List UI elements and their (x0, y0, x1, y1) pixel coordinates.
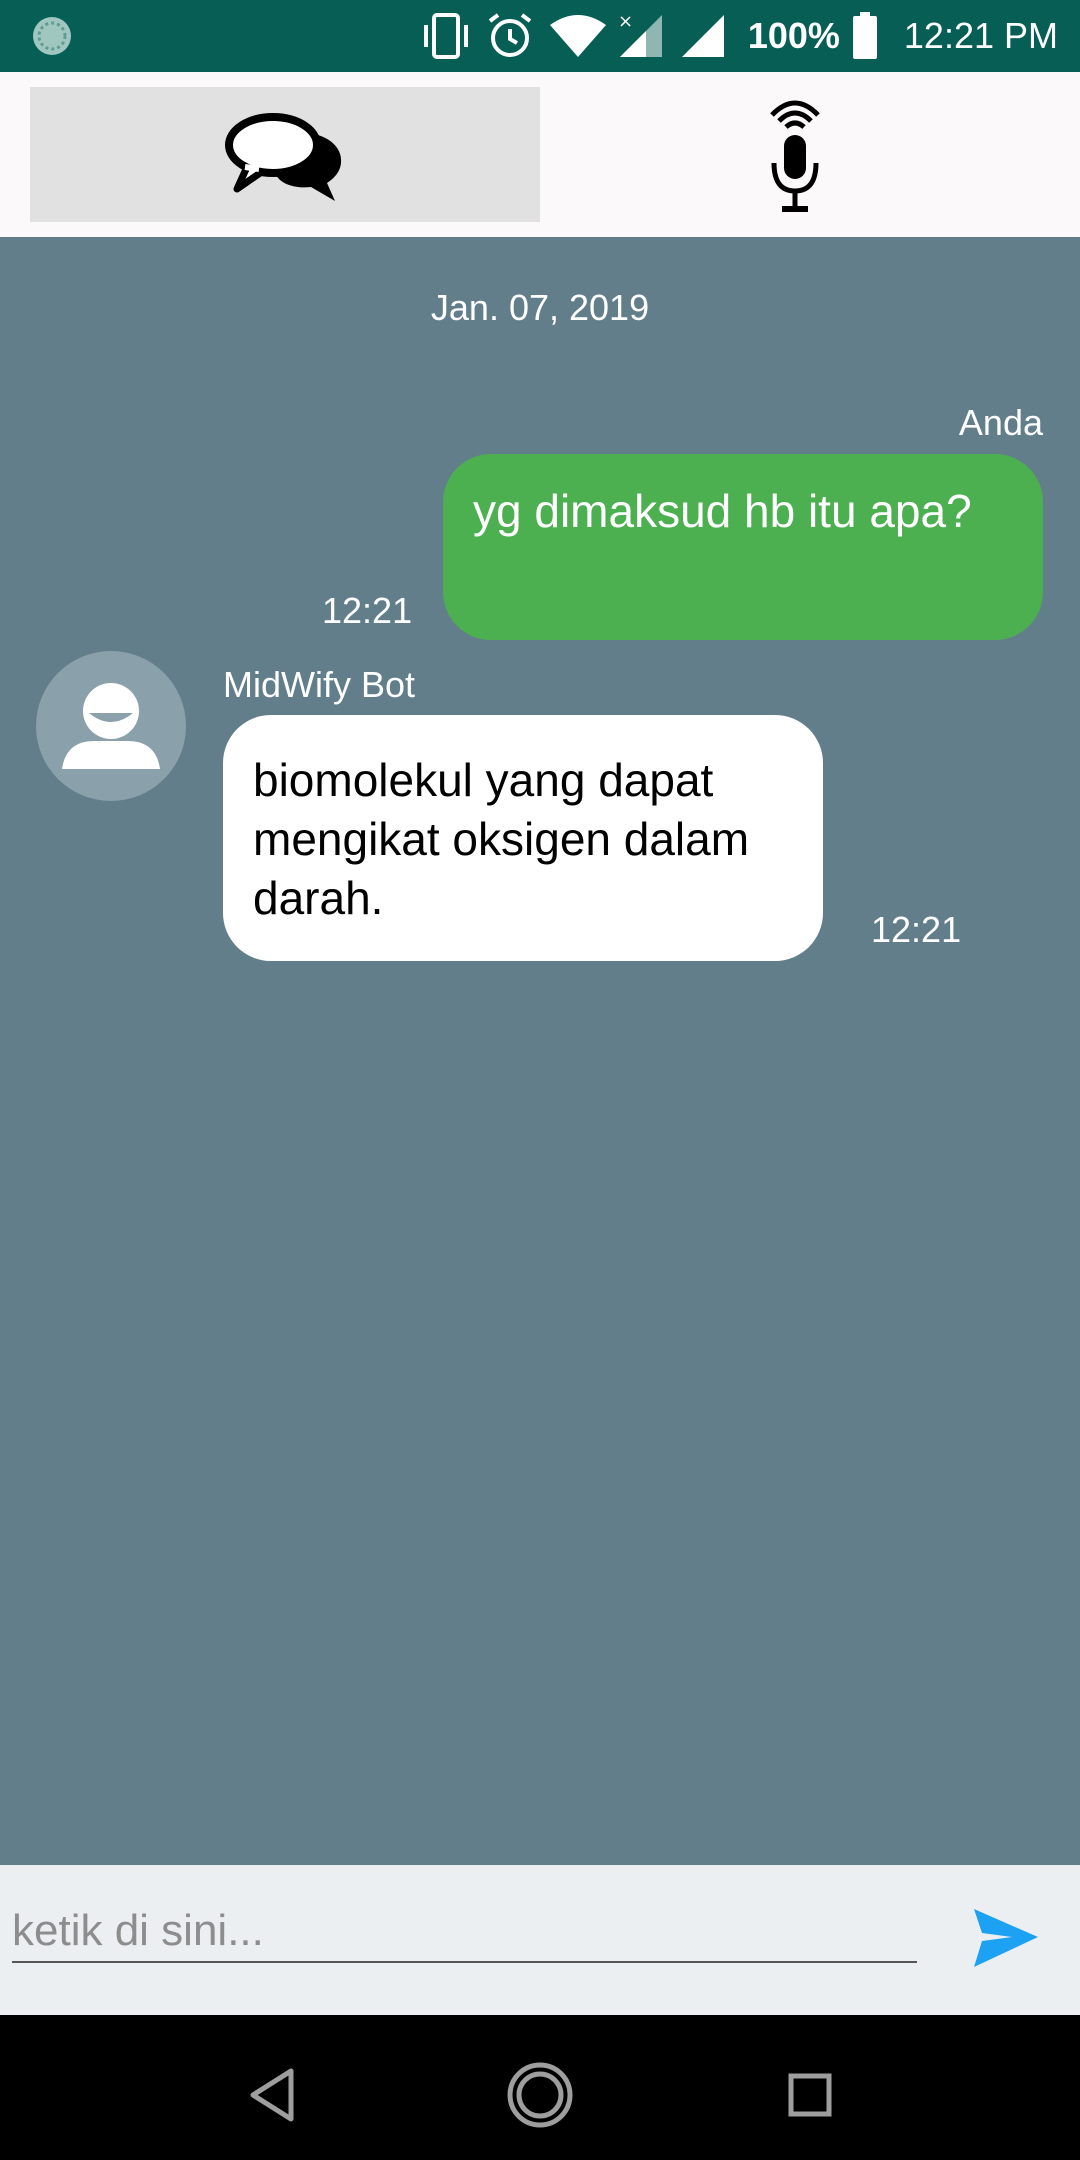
message-bubble-user[interactable]: yg dimaksud hb itu apa? (443, 454, 1043, 640)
back-button[interactable] (232, 2055, 312, 2135)
recent-apps-button[interactable] (770, 2055, 850, 2135)
sender-name-user: Anda (958, 402, 1043, 443)
navigation-bar (0, 2015, 1080, 2160)
alarm-icon (488, 13, 532, 57)
send-icon (974, 1909, 1038, 1967)
status-bar: × 100% 12:21 PM (0, 0, 1080, 72)
chat-area[interactable]: Jan. 07, 2019 Anda yg dimaksud hb itu ap… (0, 237, 1080, 1865)
tab-voice[interactable] (560, 87, 1030, 222)
message-time-bot: 12:21 (871, 909, 962, 950)
signal-no-data-icon: × (618, 11, 662, 57)
svg-text:×: × (618, 11, 633, 32)
microphone-icon (770, 100, 820, 212)
person-icon (62, 683, 160, 769)
app-status-icon (33, 17, 71, 55)
send-button[interactable] (970, 1903, 1042, 1973)
sender-name-bot: MidWify Bot (223, 664, 416, 705)
battery-icon (852, 12, 877, 59)
message-time-user: 12:21 (322, 590, 413, 631)
bot-avatar (36, 651, 186, 801)
home-icon (507, 2062, 573, 2128)
recent-apps-icon (788, 2073, 832, 2117)
tab-bar (0, 72, 1080, 237)
signal-icon (681, 15, 724, 57)
battery-percentage: 100% (747, 15, 840, 56)
vibrate-icon (423, 13, 468, 59)
wifi-icon (549, 15, 606, 57)
chat-bubbles-icon (225, 112, 342, 201)
status-time: 12:21 PM (903, 15, 1058, 56)
message-input-bar (0, 1865, 1080, 2015)
message-input[interactable] (12, 1901, 917, 1963)
home-button[interactable] (500, 2055, 580, 2135)
date-label: Jan. 07, 2019 (430, 287, 650, 328)
tab-chat[interactable] (30, 87, 540, 222)
message-bubble-bot[interactable]: biomolekul yang dapat mengikat oksigen d… (223, 715, 823, 961)
back-icon (250, 2068, 294, 2122)
